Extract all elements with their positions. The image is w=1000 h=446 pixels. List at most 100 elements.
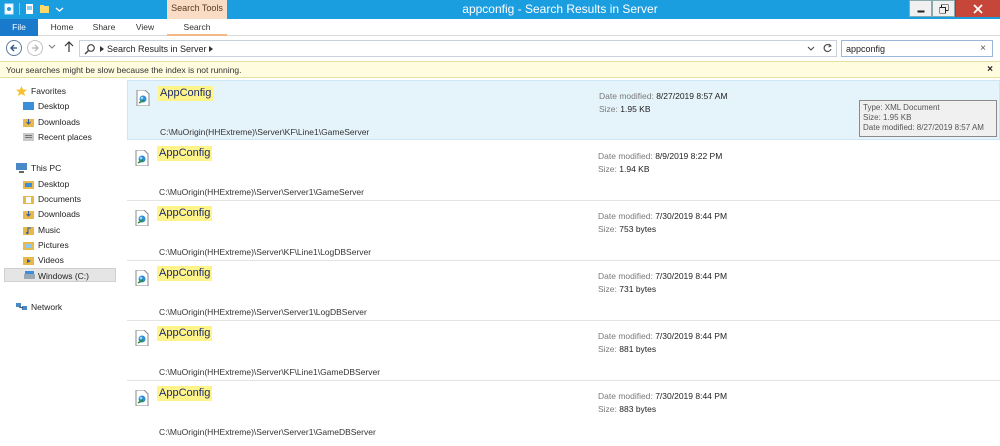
xml-file-icon [135,150,149,166]
tab-share[interactable]: Share [86,19,122,36]
back-button[interactable] [6,40,22,56]
result-item[interactable]: AppConfig C:\MuOrigin(HHExtreme)\Server\… [127,141,1000,201]
xml-file-icon [136,90,150,106]
chevron-right-icon[interactable] [99,45,105,53]
result-meta: Date modified: 7/30/2019 8:44 PM Size: 8… [598,330,727,356]
date-modified-value: 7/30/2019 8:44 PM [655,391,728,401]
date-modified-value: 8/9/2019 8:22 PM [655,151,723,161]
size-value: 731 bytes [619,284,657,294]
size-label: Size: [598,344,617,354]
result-item[interactable]: AppConfig C:\MuOrigin(HHExtreme)\Server\… [127,321,1000,381]
music-folder-icon [23,227,34,235]
search-results-list: AppConfig C:\MuOrigin(HHExtreme)\Server\… [127,80,1000,446]
result-item[interactable]: AppConfig C:\MuOrigin(HHExtreme)\Server\… [127,80,1000,140]
clear-search-button[interactable]: × [980,43,986,55]
close-button[interactable] [955,0,1000,17]
result-file-name[interactable]: AppConfig [157,386,213,401]
minimize-button[interactable] [909,0,932,17]
date-modified-label: Date modified: [598,151,653,161]
nav-fav-recent-places[interactable]: Recent places [23,130,113,144]
nav-pc-pictures[interactable]: Pictures [23,238,103,252]
desktop-folder-icon [23,181,34,189]
date-modified-label: Date modified: [599,91,654,101]
date-modified-value: 8/27/2019 8:57 AM [656,91,728,101]
nav-network[interactable]: Network [16,300,106,314]
date-modified-value: 7/30/2019 8:44 PM [655,271,728,281]
xml-file-icon [135,210,149,226]
nav-pc-music[interactable]: Music [23,223,103,237]
result-file-name[interactable]: AppConfig [157,206,213,221]
arrow-right-icon [32,44,39,52]
recent-locations-chevron-icon[interactable] [48,43,56,51]
nav-fav-downloads[interactable]: Downloads [23,115,103,129]
address-bar[interactable]: Search Results in Server [79,40,837,57]
date-modified-label: Date modified: [598,211,653,221]
nav-favorites[interactable]: Favorites [16,84,106,98]
address-dropdown-icon[interactable] [807,46,815,52]
up-arrow-icon[interactable] [64,41,74,53]
tab-home[interactable]: Home [44,19,80,36]
size-label: Size: [598,284,617,294]
nav-pc-videos[interactable]: Videos [23,253,103,267]
size-value: 1.94 KB [619,164,650,174]
breadcrumb-chevron-icon[interactable] [208,45,214,53]
date-modified-value: 7/30/2019 8:44 PM [655,331,728,341]
pictures-folder-icon [23,242,34,250]
size-label: Size: [598,404,617,414]
result-file-path: C:\MuOrigin(HHExtreme)\Server\Server1\Ga… [159,187,364,197]
tooltip-date: Date modified: 8/27/2019 8:57 AM [863,123,984,132]
size-label: Size: [598,164,617,174]
computer-icon [16,163,27,173]
result-file-name[interactable]: AppConfig [158,86,214,101]
nav-pc-desktop[interactable]: Desktop [23,177,103,191]
ribbon-tabs: File Home Share View Search [0,19,1000,36]
star-icon [16,86,27,96]
refresh-icon[interactable] [822,43,833,54]
page-icon[interactable] [24,3,35,15]
breadcrumb-search-results[interactable]: Search Results in Server [107,43,207,55]
tab-view[interactable]: View [128,19,162,36]
result-item[interactable]: AppConfig C:\MuOrigin(HHExtreme)\Server\… [127,201,1000,261]
desktop-icon [23,102,34,110]
title-bar: Search Tools appconfig - Search Results … [0,0,1000,19]
info-bar[interactable]: Your searches might be slow because the … [0,61,1000,78]
result-item[interactable]: AppConfig C:\MuOrigin(HHExtreme)\Server\… [127,261,1000,321]
result-meta: Date modified: 8/27/2019 8:57 AM Size: 1… [599,90,728,116]
forward-button[interactable] [27,40,43,56]
properties-icon[interactable] [4,3,15,15]
tab-search[interactable]: Search [167,19,227,36]
nav-pc-downloads[interactable]: Downloads [23,207,103,221]
search-input[interactable] [846,42,971,55]
toolbar-separator [19,3,20,15]
date-modified-label: Date modified: [598,331,653,341]
tab-file[interactable]: File [0,19,38,36]
result-file-name[interactable]: AppConfig [157,146,213,161]
quick-access-toolbar [4,3,65,15]
result-file-name[interactable]: AppConfig [157,266,213,281]
tooltip-size: Size: 1.95 KB [863,113,912,122]
result-item[interactable]: AppConfig C:\MuOrigin(HHExtreme)\Server\… [127,381,1000,441]
xml-file-icon [135,270,149,286]
recent-places-icon [23,133,34,141]
tooltip-type: Type: XML Document [863,103,940,112]
restore-button[interactable] [932,0,955,17]
arrow-left-icon [10,44,17,52]
result-file-name[interactable]: AppConfig [157,326,213,341]
nav-pc-documents[interactable]: Documents [23,192,103,206]
videos-folder-icon [23,257,34,265]
nav-pc-windows-c[interactable]: Windows (C:) [4,268,116,282]
folder-icon[interactable] [39,3,50,15]
size-value: 883 bytes [619,404,657,414]
downloads-folder-icon [23,119,34,127]
info-bar-close-button[interactable]: × [987,64,993,76]
nav-this-pc[interactable]: This PC [16,161,106,175]
size-label: Size: [598,224,617,234]
file-info-tooltip: Type: XML Document Size: 1.95 KB Date mo… [859,100,997,137]
size-label: Size: [599,104,618,114]
nav-fav-desktop[interactable]: Desktop [23,99,103,113]
result-meta: Date modified: 7/30/2019 8:44 PM Size: 7… [598,270,727,296]
date-modified-value: 7/30/2019 8:44 PM [655,211,728,221]
xml-file-icon [135,330,149,346]
search-box[interactable]: × [841,40,993,57]
chevron-down-icon[interactable] [54,3,65,15]
